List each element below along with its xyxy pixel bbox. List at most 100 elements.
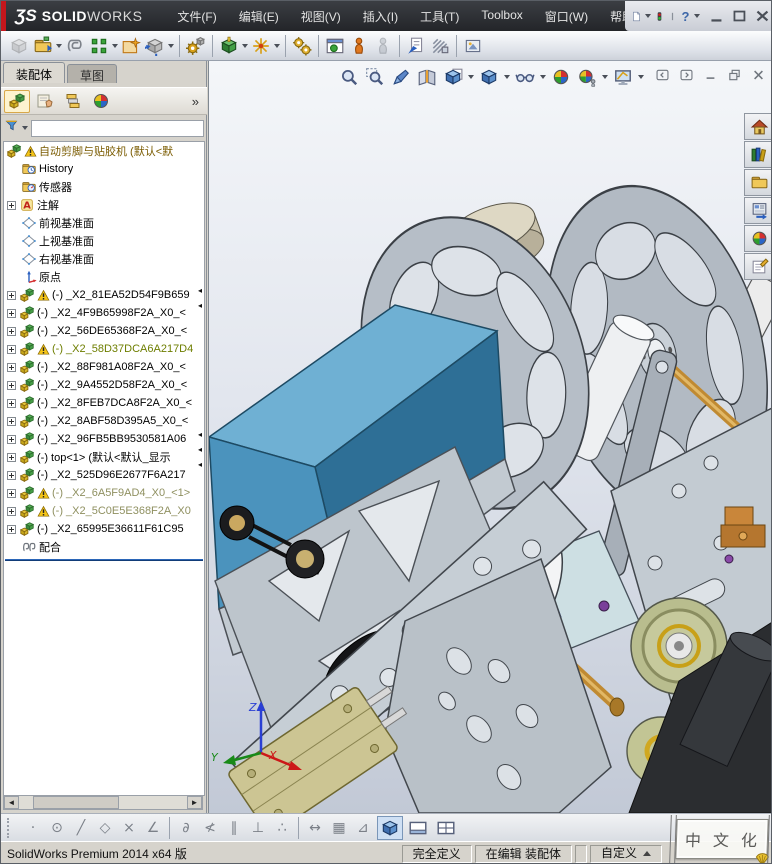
pane-right-button[interactable] — [677, 67, 695, 83]
zoom-to-area-button[interactable] — [363, 65, 387, 89]
single-viewport-button[interactable] — [405, 816, 431, 840]
expand-plus-box[interactable] — [7, 326, 16, 336]
tab-assembly[interactable]: 装配体 — [3, 62, 66, 83]
feature-tree[interactable]: 自动剪脚与贴胶机 (默认<默 History 传感器 A 注解 前视基准面 上视基准面 右视基… — [3, 141, 205, 796]
rollback-bar[interactable] — [5, 559, 203, 561]
configurationmanager-tab[interactable] — [60, 90, 86, 113]
purple-screw-2[interactable] — [724, 554, 734, 564]
network-status-icon[interactable] — [654, 6, 665, 26]
expand-plus-box[interactable] — [7, 290, 16, 300]
expand-plus-box[interactable] — [7, 362, 16, 372]
expand-plus-box[interactable] — [7, 524, 16, 534]
tree-item[interactable]: 上视基准面 — [4, 232, 204, 250]
child-close-button[interactable] — [749, 67, 767, 83]
sketch-relation-icon[interactable]: ≮ — [198, 820, 222, 836]
tree-item[interactable]: 右视基准面 — [4, 250, 204, 268]
tree-horizontal-scrollbar[interactable]: ◄ ► — [3, 795, 203, 810]
expand-plus-box[interactable] — [7, 452, 16, 462]
sketch-relation-icon[interactable]: ╱ — [69, 820, 93, 836]
insert-component-button[interactable] — [7, 34, 31, 58]
tree-item[interactable]: 配合 — [4, 538, 204, 556]
appearances-scenes-button[interactable] — [744, 225, 771, 252]
scroll-thumb[interactable] — [33, 796, 119, 809]
expand-plus-box[interactable] — [7, 434, 16, 444]
expand-plus-box[interactable] — [7, 488, 16, 498]
sketch-relation-icon[interactable]: ⊥ — [246, 820, 270, 836]
pane-left-button[interactable] — [653, 67, 671, 83]
tree-item[interactable]: (-) _X2_4F9B65998F2A_X0_< — [4, 304, 204, 322]
menu-window[interactable]: 窗口(W) — [536, 4, 597, 29]
sketch-relation-icon[interactable]: ⊿ — [351, 820, 375, 836]
section-view-button[interactable] — [415, 65, 439, 89]
clipped-text-arrow[interactable]: ◂ — [198, 301, 206, 311]
scroll-left-arrow[interactable]: ◄ — [4, 796, 19, 809]
bill-of-materials-button[interactable] — [323, 34, 347, 58]
help-dropdown[interactable] — [694, 14, 700, 18]
tree-item[interactable]: 自动剪脚与贴胶机 (默认<默 — [4, 142, 204, 160]
apply-scene-button-dropdown[interactable] — [602, 75, 608, 79]
new-motion-study-button[interactable] — [290, 34, 314, 58]
tree-item[interactable]: (-) _X2_5C0E5E368F2A_X0 — [4, 502, 204, 520]
dimxpertmanager-tab[interactable] — [88, 90, 114, 113]
move-component-button[interactable] — [143, 34, 167, 58]
tree-item[interactable]: (-) _X2_88F981A08F2A_X0_< — [4, 358, 204, 376]
manager-overflow-chevron[interactable]: » — [192, 94, 199, 109]
menu-view[interactable]: 视图(V) — [292, 4, 350, 29]
sketch-relation-icon[interactable]: ▦ — [327, 820, 351, 836]
customize-cell[interactable]: 自定义 — [589, 844, 662, 863]
sketch-relation-icon[interactable]: ⊙ — [45, 820, 69, 836]
sketch-relation-icon[interactable]: ∴ — [270, 820, 294, 836]
sketch-relation-icon[interactable]: ◇ — [93, 820, 117, 836]
explode-line-sketch-button[interactable] — [371, 34, 395, 58]
tree-item[interactable]: (-) _X2_525D96E2677F6A217 — [4, 466, 204, 484]
sketch-relation-icon[interactable]: × — [117, 820, 141, 836]
assembly-features-button[interactable] — [217, 34, 241, 58]
sketch-relation-icon[interactable]: ↔ — [303, 820, 327, 836]
edit-appearance-button[interactable] — [549, 65, 573, 89]
expand-plus-box[interactable] — [7, 308, 16, 318]
new-document-icon[interactable] — [631, 6, 642, 26]
custom-properties-button[interactable] — [744, 253, 771, 280]
sketch-relation-icon[interactable]: ∠ — [141, 820, 165, 836]
featuremanager-tree-tab[interactable] — [4, 89, 30, 113]
design-library-button[interactable] — [744, 141, 771, 168]
propertymanager-tab[interactable] — [32, 90, 58, 113]
clipped-text-arrow[interactable]: ◂ — [198, 445, 206, 455]
zoom-to-fit-button[interactable] — [337, 65, 361, 89]
tree-item[interactable]: A 注解 — [4, 196, 204, 214]
tree-item[interactable]: (-) _X2_65995E36611F61C95 — [4, 520, 204, 538]
mate-button[interactable] — [63, 34, 87, 58]
open-part-button[interactable] — [31, 34, 55, 58]
view-orientation-button-dropdown[interactable] — [468, 75, 474, 79]
sketch-relation-icon[interactable]: ∂ — [174, 820, 198, 836]
rotate-view-button[interactable] — [389, 65, 413, 89]
shaded-with-edges-button[interactable] — [377, 815, 403, 840]
reference-geometry-button[interactable] — [249, 34, 273, 58]
menu-file[interactable]: 文件(F) — [168, 4, 225, 29]
four-viewport-button[interactable] — [433, 816, 459, 840]
view-settings-button[interactable] — [611, 65, 635, 89]
menu-edit[interactable]: 编辑(E) — [230, 4, 288, 29]
view-palette-button[interactable] — [744, 197, 771, 224]
tree-item[interactable]: (-) _X2_81EA52D54F9B659 — [4, 286, 204, 304]
clipped-text-arrow[interactable]: ◂ — [198, 460, 206, 470]
options-slim-icon[interactable] — [667, 6, 678, 26]
expand-plus-box[interactable] — [7, 380, 16, 390]
menu-insert[interactable]: 插入(I) — [354, 4, 407, 29]
expand-plus-box[interactable] — [7, 344, 16, 354]
hide-show-items-button-dropdown[interactable] — [540, 75, 546, 79]
customize-up-arrow[interactable] — [643, 851, 651, 856]
graphics-viewport[interactable]: Z X Y — [208, 61, 771, 813]
tree-item[interactable]: 原点 — [4, 268, 204, 286]
filter-input[interactable] — [31, 119, 204, 137]
instant3d-button[interactable] — [461, 34, 485, 58]
child-minimize-button[interactable] — [701, 67, 719, 83]
expand-plus-box[interactable] — [7, 506, 16, 516]
tree-item[interactable]: (-) _X2_56DE65368F2A_X0_< — [4, 322, 204, 340]
clipped-text-arrow[interactable]: ◂ — [198, 430, 206, 440]
view-orientation-button[interactable] — [441, 65, 465, 89]
filter-funnel-icon[interactable] — [4, 118, 19, 138]
tree-item[interactable]: (-) _X2_8FEB7DCA8F2A_X0_< — [4, 394, 204, 412]
expand-plus-box[interactable] — [7, 416, 16, 426]
scroll-right-arrow[interactable]: ► — [187, 796, 202, 809]
